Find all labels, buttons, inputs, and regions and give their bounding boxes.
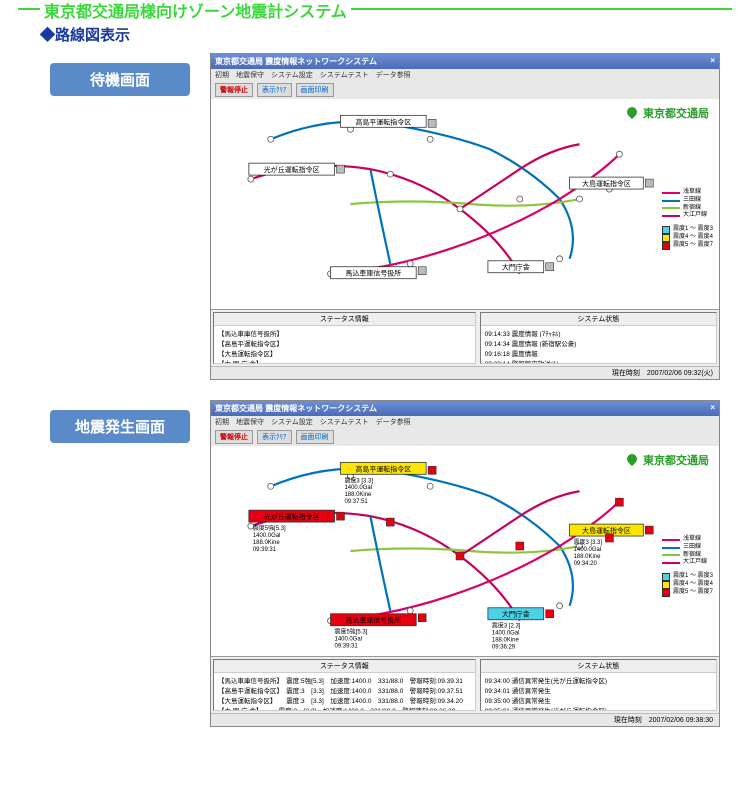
clock: 現在時刻 2007/02/06 09:32(火) [211,366,719,379]
svg-text:188.0Kine: 188.0Kine [574,554,602,560]
btn-print[interactable]: 画面印刷 [296,430,334,444]
svg-text:09:39:31: 09:39:31 [253,547,277,553]
legend: 浅草線 三田線 新宿線 大江戸線 震度1 ～ 震度3 震度4 ～ 震度4 震度5… [662,189,713,250]
row-standby: 待機画面 東京都交通局 震度情報ネットワークシステム× 初期 地震保守 システム… [0,53,750,380]
btn-clear[interactable]: 表示ｸﾘｱ [257,83,292,97]
label-quake: 地震発生画面 [50,410,190,443]
svg-text:高島平運転指令区: 高島平運転指令区 [355,464,411,473]
station-daimon: 大門庁舎 [502,263,530,272]
page-title: 東京都交通局様向けゾーン地震計システム [40,0,351,22]
legend: 浅草線 三田線 新宿線 大江戸線 震度1 ～ 震度3 震度4 ～ 震度4 震度5… [662,536,713,597]
route-map-quake: 東京都交通局 高島平運転指令区 震度3 [3.3] [211,446,719,656]
window-menu: 初期 地震保守 システム設定 システムテスト データ参照 [211,416,719,428]
btn-alarm-stop[interactable]: 警報停止 [215,430,253,444]
section-subtitle: ◆路線図表示 [40,24,750,45]
row-quake: 地震発生画面 東京都交通局 震度情報ネットワークシステム× 初期 地震保守 シス… [0,400,750,727]
label-standby: 待機画面 [50,63,190,96]
page-title-bar: 東京都交通局様向けゾーン地震計システム [0,8,750,10]
station-magome: 馬込車庫信号扱所 [345,269,401,278]
status-left: ステータス情報 【馬込車庫信号扱所】 【高島平運転指令区】 【大島運転指令区】 … [213,312,476,364]
screenshot-quake: 東京都交通局 震度情報ネットワークシステム× 初期 地震保守 システム設定 シス… [210,400,720,727]
svg-text:09:36:29: 09:36:29 [492,645,516,651]
btn-alarm-stop[interactable]: 警報停止 [215,83,253,97]
svg-text:震度3 [3.3]: 震度3 [3.3] [344,476,373,484]
svg-text:大島運転指令区: 大島運転指令区 [582,526,631,535]
svg-text:大門庁舎: 大門庁舎 [502,610,530,619]
svg-text:震度5強[5.3]: 震度5強[5.3] [253,524,286,532]
station-hikarigaoka: 光が丘運転指令区 [264,165,320,174]
svg-text:1400.0Gal: 1400.0Gal [492,631,520,637]
window-toolbar: 警報停止 表示ｸﾘｱ 画面印刷 [211,81,719,99]
btn-print[interactable]: 画面印刷 [296,83,334,97]
window-title: 東京都交通局 震度情報ネットワークシステム× [211,54,719,69]
status-right: システム状態 09:34:00 通信異常発生(光が丘運転指令区) 09:34:0… [480,659,717,711]
svg-text:1400.0Gal: 1400.0Gal [335,637,363,643]
station-takashimadaira: 高島平運転指令区 [355,117,411,126]
svg-text:188.0Kine: 188.0Kine [344,492,372,498]
svg-text:馬込車庫信号扱所: 馬込車庫信号扱所 [345,616,401,625]
status-right: システム状態 09:14:33 震度情報 (7ﾁｬﾈﾙ) 09:14:34 震度… [480,312,717,364]
svg-text:1400.0Gal: 1400.0Gal [574,547,602,553]
window-toolbar: 警報停止 表示ｸﾘｱ 画面印刷 [211,428,719,446]
window-menu: 初期 地震保守 システム設定 システムテスト データ参照 [211,69,719,81]
svg-text:光が丘運転指令区: 光が丘運転指令区 [264,512,320,521]
clock: 現在時刻 2007/02/06 09:38:30 [211,713,719,726]
route-map-standby: 東京都交通局 高島平運転指令区 [211,99,719,309]
svg-text:震度5強[5.3]: 震度5強[5.3] [335,628,368,636]
window-title: 東京都交通局 震度情報ネットワークシステム× [211,401,719,416]
btn-clear[interactable]: 表示ｸﾘｱ [257,430,292,444]
svg-text:震度3 [3.3]: 震度3 [3.3] [574,538,603,546]
svg-text:188.0Kine: 188.0Kine [492,638,520,644]
svg-text:188.0Kine: 188.0Kine [253,540,281,546]
svg-text:09:39:31: 09:39:31 [335,644,359,650]
svg-text:震度3 [2.3]: 震度3 [2.3] [492,622,521,630]
screenshot-standby: 東京都交通局 震度情報ネットワークシステム× 初期 地震保守 システム設定 シス… [210,53,720,380]
svg-text:09:34:20: 09:34:20 [574,561,598,567]
station-oshima: 大島運転指令区 [582,179,631,188]
svg-text:09:37:51: 09:37:51 [344,499,368,505]
svg-text:1400.0Gal: 1400.0Gal [344,485,372,491]
status-left: ステータス情報 【馬込車庫信号扱所】 震度:5強[5.3] 加速度:1400.0… [213,659,476,711]
svg-text:1400.0Gal: 1400.0Gal [253,533,281,539]
